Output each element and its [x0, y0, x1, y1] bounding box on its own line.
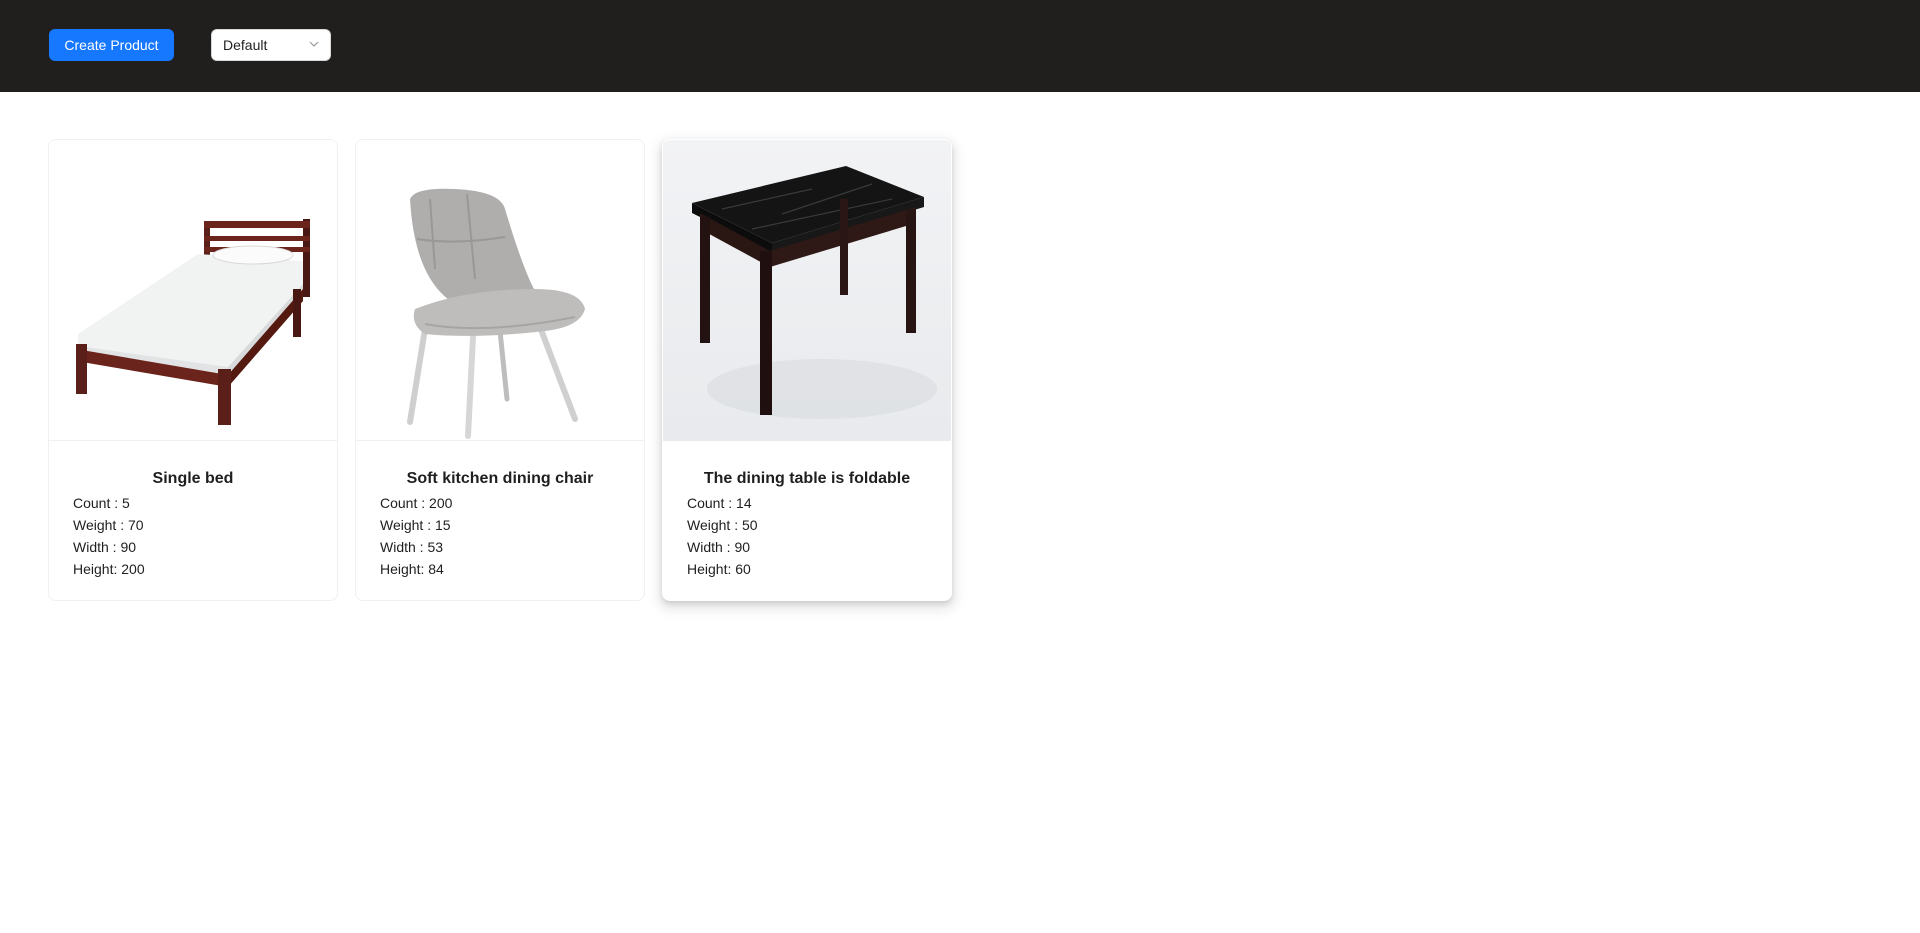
- product-weight: Weight : 50: [687, 517, 758, 533]
- card-divider: [356, 440, 644, 441]
- product-image: [49, 140, 337, 441]
- card-divider: [49, 440, 337, 441]
- sort-select-value: Default: [223, 37, 268, 53]
- product-card[interactable]: The dining table is foldable Count : 14 …: [662, 139, 952, 601]
- product-height: Height: 60: [687, 561, 751, 577]
- chair-icon: [407, 188, 585, 439]
- product-info: Count : 14 Weight : 50 Width : 90 Height…: [687, 492, 758, 580]
- product-info: Count : 200 Weight : 15 Width : 53 Heigh…: [380, 492, 452, 580]
- product-count: Count : 5: [73, 495, 130, 511]
- product-image: [663, 140, 951, 441]
- product-width: Width : 53: [380, 539, 444, 555]
- product-width: Width : 90: [687, 539, 751, 555]
- create-product-button[interactable]: Create Product: [49, 29, 174, 61]
- product-title: Single bed: [152, 470, 234, 487]
- product-weight: Weight : 70: [73, 517, 144, 533]
- product-count: Count : 200: [380, 495, 453, 511]
- product-height: Height: 200: [73, 561, 145, 577]
- product-width: Width : 90: [73, 539, 137, 555]
- product-height: Height: 84: [380, 561, 444, 577]
- product-weight: Weight : 15: [380, 517, 451, 533]
- product-count: Count : 14: [687, 495, 752, 511]
- chevron-down-icon: [309, 41, 319, 47]
- product-title: The dining table is foldable: [703, 470, 911, 487]
- product-card[interactable]: Soft kitchen dining chair Count : 200 We…: [355, 139, 645, 601]
- table-icon: [692, 166, 937, 419]
- top-bar: Create Product Default: [0, 0, 1920, 92]
- product-image: [356, 140, 644, 441]
- product-info: Count : 5 Weight : 70 Width : 90 Height:…: [73, 492, 145, 580]
- sort-select[interactable]: Default: [211, 29, 331, 61]
- bed-icon: [76, 219, 310, 425]
- product-card[interactable]: Single bed Count : 5 Weight : 70 Width :…: [48, 139, 338, 601]
- product-title: Soft kitchen dining chair: [406, 470, 594, 487]
